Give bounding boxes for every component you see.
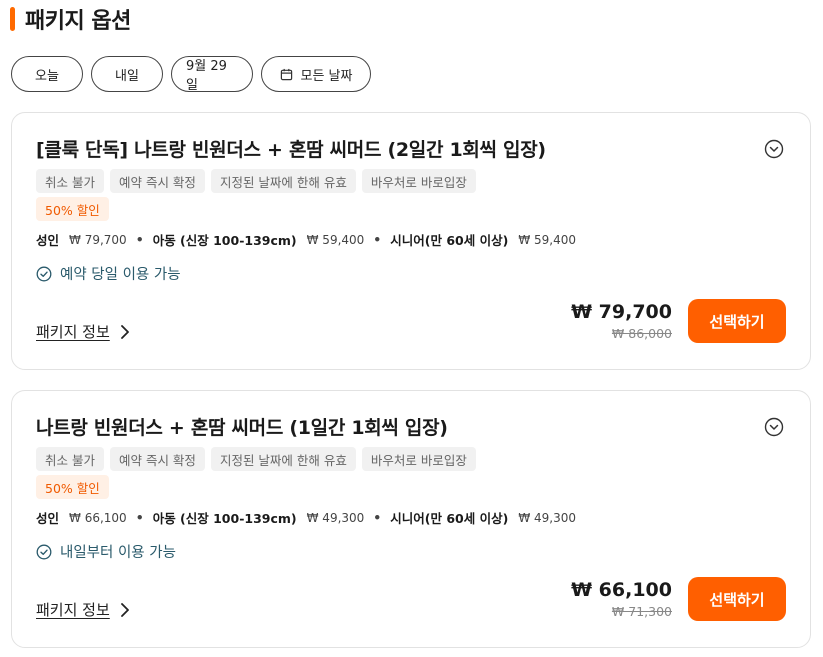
discount-badge: 50% 할인 xyxy=(36,197,109,221)
date-chip-tomorrow[interactable]: 내일 xyxy=(91,56,163,92)
discount-badge: 50% 할인 xyxy=(36,475,109,499)
adult-price: ₩ 79,700 xyxy=(69,232,127,247)
package-card: [클룩 단독] 나트랑 빈원더스 + 혼땀 씨머드 (2일간 1회씩 입장) 취… xyxy=(11,112,811,370)
tag-voucher-entry: 바우처로 바로입장 xyxy=(361,447,476,471)
senior-price: ₩ 49,300 xyxy=(518,510,576,525)
section-header: 패키지 옵션 xyxy=(10,5,131,34)
tag-non-refundable: 취소 불가 xyxy=(36,169,104,193)
chevron-right-icon xyxy=(120,324,130,340)
chevron-down-circle-icon[interactable] xyxy=(764,417,784,437)
package-info-link[interactable]: 패키지 정보 xyxy=(36,321,130,342)
main-price: ₩ 79,700 xyxy=(571,301,672,323)
tag-instant-confirm: 예약 즉시 확정 xyxy=(109,447,205,471)
separator-dot: • xyxy=(135,232,144,247)
child-price: ₩ 49,300 xyxy=(306,510,365,525)
chevron-down-circle-icon[interactable] xyxy=(764,139,784,159)
senior-label: 시니어(만 60세 이상) xyxy=(390,233,509,248)
main-price: ₩ 66,100 xyxy=(571,579,672,601)
availability-info: 예약 당일 이용 가능 xyxy=(36,263,181,284)
price-block: ₩ 66,100 ₩ 71,300 xyxy=(571,579,672,619)
date-chip-all-dates-label: 모든 날짜 xyxy=(300,68,353,84)
availability-info: 내일부터 이용 가능 xyxy=(36,541,176,562)
date-chip-today[interactable]: 오늘 xyxy=(11,56,83,92)
separator-dot: • xyxy=(135,510,144,525)
tag-non-refundable: 취소 불가 xyxy=(36,447,104,471)
separator-dot: • xyxy=(373,232,382,247)
availability-text: 내일부터 이용 가능 xyxy=(60,545,176,561)
package-tags: 취소 불가 예약 즉시 확정 지정된 날짜에 한해 유효 바우처로 바로입장 xyxy=(36,447,476,471)
price-breakdown: 성인 ₩ 66,100 • 아동 (신장 100-139cm) ₩ 49,300… xyxy=(36,508,576,527)
senior-price: ₩ 59,400 xyxy=(518,232,576,247)
package-card: 나트랑 빈원더스 + 혼땀 씨머드 (1일간 1회씩 입장) 취소 불가 예약 … xyxy=(11,390,811,648)
chevron-right-icon xyxy=(120,602,130,618)
senior-label: 시니어(만 60세 이상) xyxy=(390,511,509,526)
select-button[interactable]: 선택하기 xyxy=(688,577,786,621)
original-price: ₩ 86,000 xyxy=(611,326,672,341)
package-info-label: 패키지 정보 xyxy=(36,323,110,341)
date-chip-all-dates[interactable]: 모든 날짜 xyxy=(261,56,371,92)
price-breakdown: 성인 ₩ 79,700 • 아동 (신장 100-139cm) ₩ 59,400… xyxy=(36,230,576,249)
date-chip-sep-29[interactable]: 9월 29일 xyxy=(171,56,253,93)
tag-voucher-entry: 바우처로 바로입장 xyxy=(361,169,476,193)
tag-instant-confirm: 예약 즉시 확정 xyxy=(109,169,205,193)
package-info-link[interactable]: 패키지 정보 xyxy=(36,599,130,620)
check-circle-icon xyxy=(36,544,52,560)
separator-dot: • xyxy=(373,510,382,525)
package-title: [클룩 단독] 나트랑 빈원더스 + 혼땀 씨머드 (2일간 1회씩 입장) xyxy=(36,139,546,161)
accent-bar xyxy=(10,7,15,31)
price-block: ₩ 79,700 ₩ 86,000 xyxy=(571,301,672,341)
child-label: 아동 (신장 100-139cm) xyxy=(152,511,297,526)
child-label: 아동 (신장 100-139cm) xyxy=(152,233,297,248)
adult-price: ₩ 66,100 xyxy=(69,510,127,525)
tag-valid-on-date: 지정된 날짜에 한해 유효 xyxy=(210,169,356,193)
adult-label: 성인 xyxy=(36,233,60,248)
package-info-label: 패키지 정보 xyxy=(36,601,110,619)
date-filter-bar: 오늘 내일 9월 29일 모든 날짜 xyxy=(11,56,371,93)
select-button[interactable]: 선택하기 xyxy=(688,299,786,343)
adult-label: 성인 xyxy=(36,511,60,526)
check-circle-icon xyxy=(36,266,52,282)
package-title: 나트랑 빈원더스 + 혼땀 씨머드 (1일간 1회씩 입장) xyxy=(36,417,448,439)
availability-text: 예약 당일 이용 가능 xyxy=(60,267,181,283)
section-title: 패키지 옵션 xyxy=(25,9,131,34)
calendar-icon xyxy=(280,68,293,81)
tag-valid-on-date: 지정된 날짜에 한해 유효 xyxy=(210,447,356,471)
original-price: ₩ 71,300 xyxy=(611,604,672,619)
child-price: ₩ 59,400 xyxy=(306,232,365,247)
package-tags: 취소 불가 예약 즉시 확정 지정된 날짜에 한해 유효 바우처로 바로입장 xyxy=(36,169,476,193)
